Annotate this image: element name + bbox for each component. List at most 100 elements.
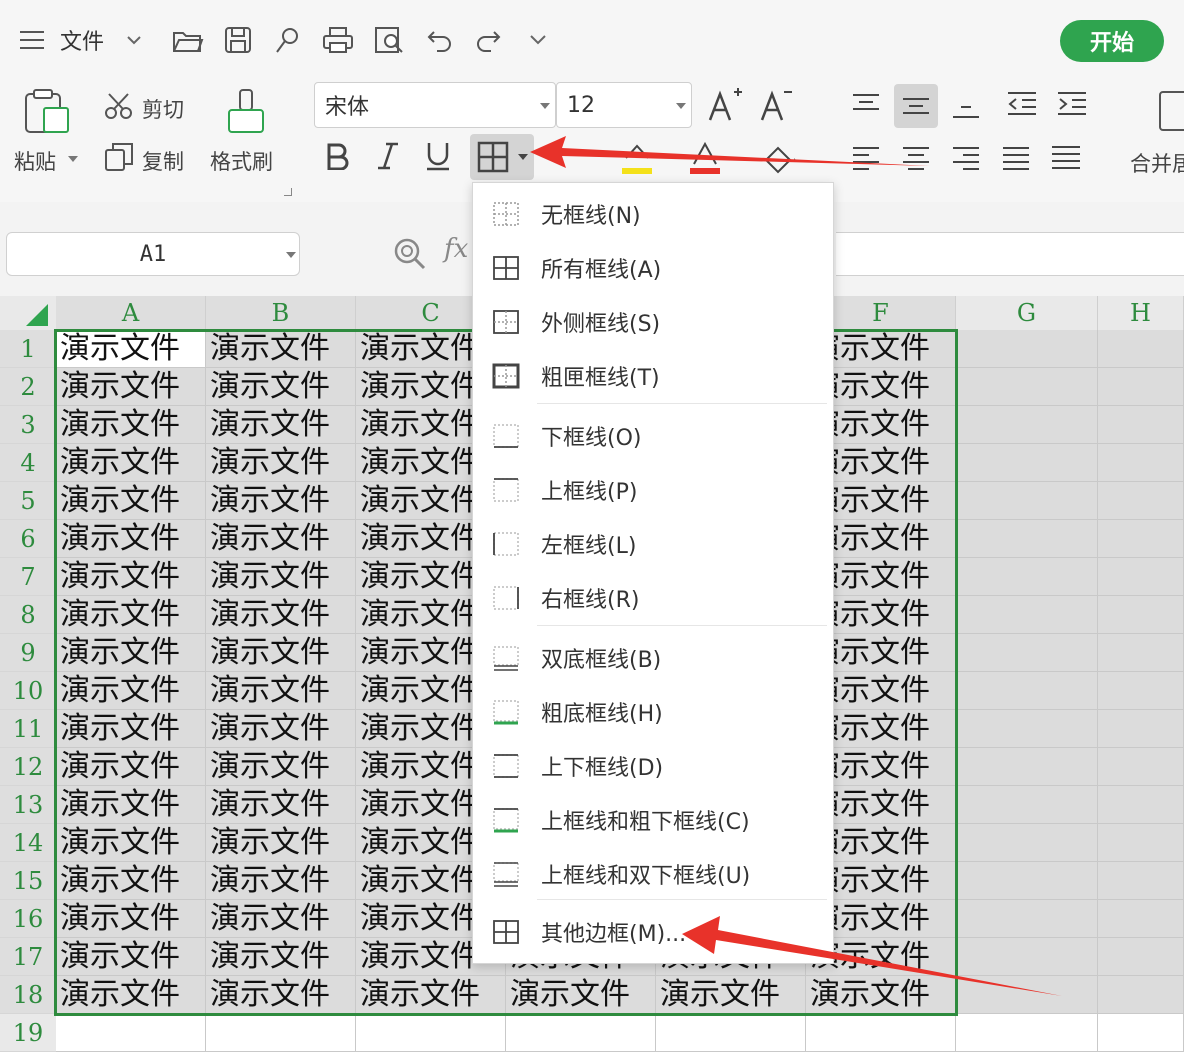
cell[interactable]: 演示文件 <box>56 862 206 900</box>
align-left-icon[interactable] <box>844 138 888 178</box>
cell[interactable] <box>56 1014 206 1052</box>
cell[interactable] <box>1098 406 1184 444</box>
row-header-11[interactable]: 11 <box>0 710 56 748</box>
font-name-dropdown-caret[interactable] <box>540 103 550 109</box>
cell[interactable]: 演示文件 <box>56 976 206 1014</box>
menu-item-top-double-bottom-border[interactable]: 上框线和双下框线(U) <box>473 847 833 901</box>
cell[interactable] <box>1098 368 1184 406</box>
cell[interactable] <box>1098 1014 1184 1052</box>
cell[interactable] <box>1098 976 1184 1014</box>
cell[interactable] <box>1098 444 1184 482</box>
fill-color-icon[interactable] <box>620 140 654 176</box>
menu-item-outside-borders[interactable]: 外侧框线(S) <box>473 295 833 349</box>
cell[interactable] <box>956 672 1098 710</box>
cell[interactable] <box>1098 596 1184 634</box>
cell[interactable] <box>506 1014 656 1052</box>
cell[interactable]: 演示文件 <box>206 330 356 368</box>
cell[interactable] <box>1098 900 1184 938</box>
cell[interactable]: 演示文件 <box>56 406 206 444</box>
cell[interactable]: 演示文件 <box>56 368 206 406</box>
cell[interactable]: 演示文件 <box>56 520 206 558</box>
row-header-4[interactable]: 4 <box>0 444 56 482</box>
align-middle-icon[interactable] <box>894 84 938 128</box>
column-header-a[interactable]: A <box>56 296 206 330</box>
justify-icon[interactable] <box>994 138 1038 178</box>
cell[interactable]: 演示文件 <box>206 710 356 748</box>
row-header-14[interactable]: 14 <box>0 824 56 862</box>
cell[interactable]: 演示文件 <box>206 748 356 786</box>
cell[interactable]: 演示文件 <box>56 748 206 786</box>
row-header-9[interactable]: 9 <box>0 634 56 672</box>
print-icon[interactable] <box>322 24 354 56</box>
print-preview-icon[interactable] <box>374 24 406 56</box>
save-icon[interactable] <box>222 24 254 56</box>
menu-item-left-border[interactable]: 左框线(L) <box>473 517 833 571</box>
cell[interactable]: 演示文件 <box>56 900 206 938</box>
font-size-dropdown-caret[interactable] <box>676 103 686 109</box>
cell[interactable]: 演示文件 <box>206 368 356 406</box>
row-header-17[interactable]: 17 <box>0 938 56 976</box>
open-folder-icon[interactable] <box>172 24 204 56</box>
cell[interactable] <box>956 938 1098 976</box>
cell[interactable]: 演示文件 <box>206 482 356 520</box>
cell[interactable] <box>1098 482 1184 520</box>
cell[interactable] <box>1098 558 1184 596</box>
row-header-10[interactable]: 10 <box>0 672 56 710</box>
cell[interactable]: 演示文件 <box>56 710 206 748</box>
cell[interactable] <box>956 368 1098 406</box>
cell[interactable] <box>1098 862 1184 900</box>
row-header-19[interactable]: 19 <box>0 1014 56 1052</box>
menu-item-top-thick-bottom-border[interactable]: 上框线和粗下框线(C) <box>473 793 833 847</box>
cell[interactable] <box>956 862 1098 900</box>
decrease-indent-icon[interactable] <box>1000 84 1044 124</box>
merge-center-button[interactable]: 合并居 <box>1130 148 1184 178</box>
cell[interactable] <box>956 1014 1098 1052</box>
cell[interactable]: 演示文件 <box>56 786 206 824</box>
cell[interactable] <box>956 824 1098 862</box>
cell[interactable]: 演示文件 <box>206 520 356 558</box>
cell[interactable] <box>1098 938 1184 976</box>
start-tab-button[interactable]: 开始 <box>1060 20 1164 62</box>
font-color-icon[interactable] <box>688 140 722 176</box>
cut-button[interactable]: 剪切 <box>142 94 184 124</box>
name-box-dropdown-caret[interactable] <box>286 252 296 258</box>
row-header-15[interactable]: 15 <box>0 862 56 900</box>
name-box[interactable]: A1 <box>6 232 300 276</box>
paste-button[interactable]: 粘贴 <box>14 146 56 176</box>
format-painter-button[interactable]: 格式刷 <box>210 146 273 176</box>
customize-toolbar-chevron-icon[interactable] <box>522 24 554 56</box>
cell[interactable]: 演示文件 <box>206 938 356 976</box>
cell[interactable] <box>1098 748 1184 786</box>
cell[interactable]: 演示文件 <box>206 406 356 444</box>
cell[interactable] <box>1098 824 1184 862</box>
clipboard-dialog-launcher[interactable] <box>284 188 292 196</box>
paste-dropdown-caret[interactable] <box>68 156 78 162</box>
cell[interactable]: 演示文件 <box>656 976 806 1014</box>
cell[interactable] <box>956 710 1098 748</box>
cell[interactable] <box>956 520 1098 558</box>
cell[interactable]: 演示文件 <box>206 976 356 1014</box>
row-header-18[interactable]: 18 <box>0 976 56 1014</box>
cell[interactable]: 演示文件 <box>56 824 206 862</box>
font-size-select[interactable]: 12 <box>556 82 692 128</box>
cell[interactable] <box>1098 710 1184 748</box>
row-header-1[interactable]: 1 <box>0 330 56 368</box>
cell[interactable] <box>956 976 1098 1014</box>
chevron-down-icon[interactable] <box>118 24 150 56</box>
copy-icon[interactable] <box>104 142 134 172</box>
cell[interactable]: 演示文件 <box>56 482 206 520</box>
cell[interactable] <box>956 748 1098 786</box>
menu-item-more-borders[interactable]: 其他边框(M)... <box>473 905 833 959</box>
menu-item-top-border[interactable]: 上框线(P) <box>473 463 833 517</box>
cell[interactable] <box>956 900 1098 938</box>
fx-icon[interactable]: fx <box>444 234 468 264</box>
increase-font-size-icon[interactable] <box>706 86 744 124</box>
menu-item-right-border[interactable]: 右框线(R) <box>473 571 833 625</box>
row-header-5[interactable]: 5 <box>0 482 56 520</box>
cell[interactable] <box>356 1014 506 1052</box>
column-header-h[interactable]: H <box>1098 296 1184 330</box>
cell[interactable]: 演示文件 <box>206 672 356 710</box>
distributed-align-icon[interactable] <box>1044 138 1088 178</box>
menu-item-thick-bottom-border[interactable]: 粗底框线(H) <box>473 685 833 739</box>
cell[interactable]: 演示文件 <box>356 976 506 1014</box>
